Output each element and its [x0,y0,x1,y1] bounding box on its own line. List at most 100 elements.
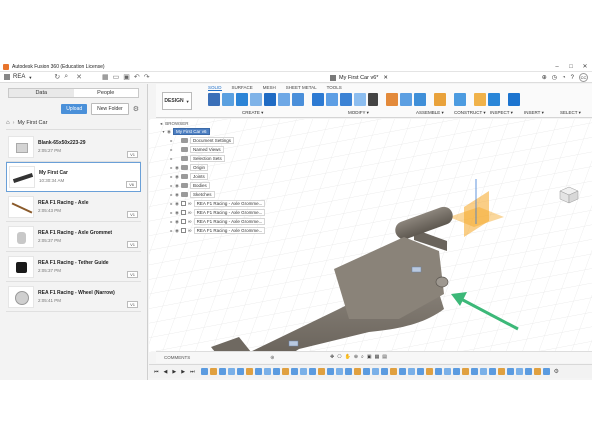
timeline-feature[interactable] [308,368,316,375]
new-folder-button[interactable]: New Folder [91,103,129,115]
tab-data[interactable]: Data [9,89,74,97]
timeline-back-button[interactable]: ◀ [164,369,168,375]
move-icon[interactable] [368,93,378,106]
close-panel-icon[interactable]: ✕ [76,73,82,81]
upload-button[interactable]: Upload [61,104,88,114]
refresh-icon[interactable]: ↻ [54,73,60,81]
expand-icon[interactable]: ▸ [168,210,175,215]
shell-icon[interactable] [354,93,366,106]
expand-icon[interactable]: ▸ [168,165,175,170]
search-icon[interactable]: ⌕ [64,73,68,81]
timeline-play-button[interactable]: ▶ [172,369,176,375]
insert-menu[interactable]: INSERT ▾ [524,110,544,116]
browser-node[interactable]: ▸ ◉ Sketches [168,190,272,199]
version-badge[interactable]: V1 [127,151,138,158]
document-tab[interactable]: My First Car v6* ✕ [330,72,388,83]
timeline-feature[interactable] [353,368,361,375]
tab-sheet-metal[interactable]: SHEET METAL [286,85,317,91]
collapse-icon[interactable]: ◂ [160,121,162,127]
version-badge[interactable]: V6 [126,181,137,188]
timeline-feature[interactable] [299,368,307,375]
add-comment-icon[interactable]: ⊕ [270,355,274,361]
rigid-group-icon[interactable] [414,93,426,106]
joint-glyph[interactable] [411,266,422,273]
timeline-feature[interactable] [236,368,244,375]
avatar[interactable]: CC [579,73,588,82]
expand-icon[interactable]: ▸ [168,192,175,197]
create-menu[interactable]: CREATE ▾ [242,110,263,116]
version-badge[interactable]: V1 [127,241,138,248]
timeline-feature[interactable] [362,368,370,375]
browser-node[interactable]: ▸ ◉ ∞ REA F1 Racing - Axle Gromme... [168,217,272,226]
browser-node[interactable]: ▸ ◉ Origin [168,163,272,172]
select-icon[interactable] [508,93,520,106]
timeline-feature[interactable] [533,368,541,375]
timeline-feature[interactable] [335,368,343,375]
expand-icon[interactable]: ▾ [160,129,167,134]
browser-node[interactable]: ▸ ◉ ∞ REA F1 Racing - Axle Gromme... [168,226,272,235]
browser-node[interactable]: ▸ ◉ Joints [168,172,272,181]
chamfer-icon[interactable] [340,93,352,106]
timeline-feature[interactable] [524,368,532,375]
timeline-feature[interactable] [497,368,505,375]
browser-node[interactable]: ▸ ◉ ∞ REA F1 Racing - Axle Gromme... [168,199,272,208]
viewports-icon[interactable]: ▤ [382,354,387,360]
timeline-feature[interactable] [272,368,280,375]
zoom-icon[interactable]: ⊕ [354,354,358,360]
revolve-icon[interactable] [250,93,262,106]
fit-icon[interactable]: ⌕ [361,354,364,360]
offset-plane-icon[interactable] [434,93,446,106]
expand-icon[interactable]: ▸ [168,156,175,161]
timeline-feature[interactable] [227,368,235,375]
folder-icon[interactable]: ▭ [113,73,120,81]
home-icon[interactable]: ⌂ [6,120,10,126]
timeline-feature[interactable] [317,368,325,375]
timeline-feature[interactable] [209,368,217,375]
expand-icon[interactable]: ▸ [168,228,175,233]
timeline-feature[interactable] [254,368,262,375]
joint-glyph[interactable] [288,340,299,347]
hub-selector[interactable]: REA ▼ [4,74,32,80]
tab-surface[interactable]: SURFACE [232,85,253,91]
timeline-settings-icon[interactable]: ⚙ [554,368,559,375]
look-at-icon[interactable]: ⎔ [337,354,341,360]
mirror-icon[interactable] [292,93,304,106]
construct-menu[interactable]: CONSTRUCT ▾ [454,110,486,116]
timeline-feature[interactable] [407,368,415,375]
expand-icon[interactable]: ▸ [168,183,175,188]
decal-icon[interactable] [488,93,500,106]
inspect-menu[interactable]: INSPECT ▾ [490,110,513,116]
timeline-feature[interactable] [434,368,442,375]
expand-icon[interactable]: ▸ [168,219,175,224]
measure-icon[interactable] [454,93,466,106]
browser-root[interactable]: ▾ ◉ My First Car v6 [160,127,272,136]
browser-node[interactable]: ▸ Document Settings [168,136,272,145]
file-item[interactable]: Blank-65x50x223-29 2:05:27 PM V1 [6,132,141,162]
timeline-feature[interactable] [344,368,352,375]
browser-node[interactable]: ▸ Named Views [168,145,272,154]
create-sketch-icon[interactable] [222,93,234,106]
pattern-icon[interactable] [278,93,290,106]
timeline-feature[interactable] [443,368,451,375]
expand-icon[interactable]: ▸ [168,201,175,206]
root-component-label[interactable]: My First Car v6 [173,128,210,135]
tab-people[interactable]: People [74,89,139,97]
timeline-feature[interactable] [425,368,433,375]
file-item[interactable]: REA F1 Racing - Wheel (Narrow) 2:05:41 PM… [6,282,141,312]
timeline-feature[interactable] [389,368,397,375]
clock-icon[interactable]: ◷ [552,74,557,81]
timeline-feature[interactable] [506,368,514,375]
timeline-forward-button[interactable]: ▶ [181,369,185,375]
select-menu[interactable]: SELECT ▾ [560,110,581,116]
timeline-feature[interactable] [542,368,550,375]
tab-solid[interactable]: SOLID [208,85,222,91]
timeline-feature[interactable] [488,368,496,375]
timeline-feature[interactable] [479,368,487,375]
minimize-button[interactable]: – [550,64,564,70]
timeline-start-button[interactable]: ⏮ [154,369,159,375]
expand-icon[interactable]: ▸ [168,147,175,152]
expand-icon[interactable]: ▸ [168,138,175,143]
hole-icon[interactable] [264,93,276,106]
help-icon[interactable]: ? [571,75,574,81]
assemble-menu[interactable]: ASSEMBLE ▾ [416,110,444,116]
